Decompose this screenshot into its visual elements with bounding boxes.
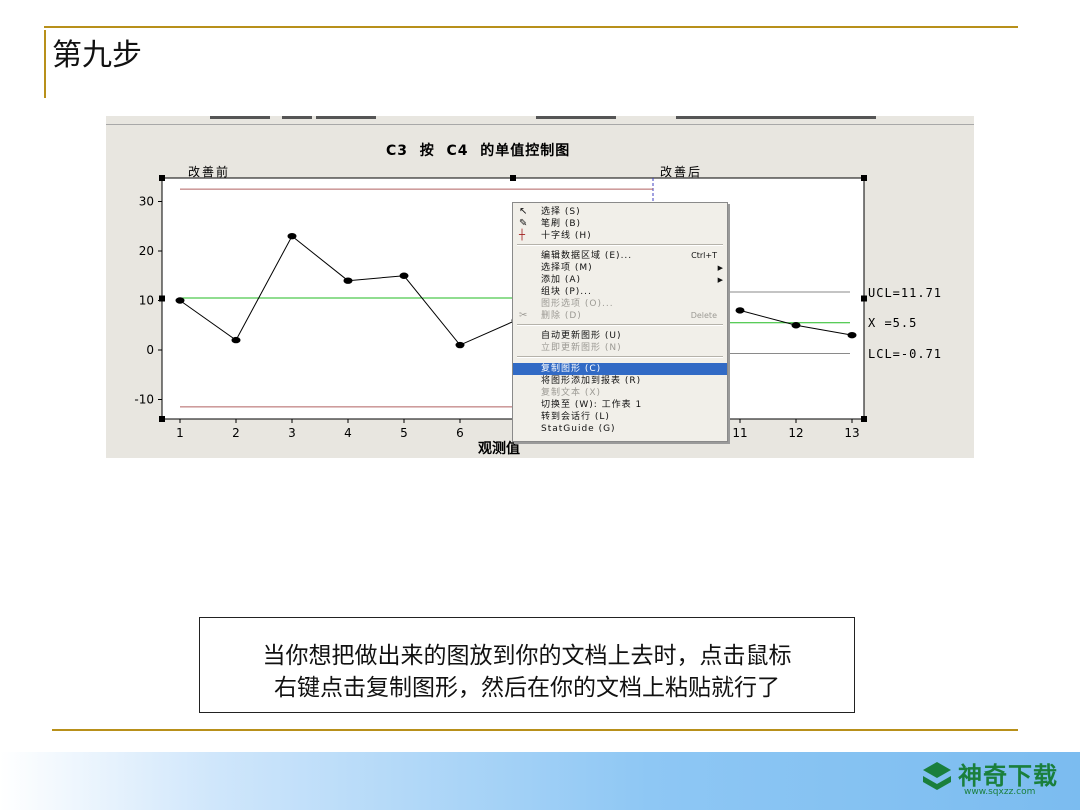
logo-text: 神奇下载 [958, 762, 1058, 790]
menu-item[interactable]: 添加 (A) ▶ [513, 274, 727, 286]
selection-handle [159, 295, 165, 302]
caption-line-2: 右键点击复制图形，然后在你的文档上粘贴就行了 [274, 675, 780, 701]
menu-item-label: 复制文本 (X) [541, 388, 602, 398]
logo-icon [923, 762, 951, 790]
lcl-label: LCL=-0.71 [868, 347, 943, 361]
site-logo: 神奇下载 www.sqxzz.com [918, 754, 1068, 808]
caption-box: 当你想把做出来的图放到你的文档上去时，点击鼠标 右键点击复制图形，然后在你的文档… [199, 617, 855, 713]
submenu-arrow-icon: ▶ [717, 276, 723, 284]
x-tick-label: 3 [288, 426, 296, 440]
data-point [343, 277, 353, 284]
data-point [455, 341, 465, 349]
menu-item[interactable]: 转到会话行 (L) [513, 411, 727, 423]
menu-item[interactable]: 选择项 (M) ▶ [513, 262, 727, 274]
y-tick-label: 20 [139, 244, 154, 258]
menu-item[interactable]: StatGuide (G) [513, 423, 727, 435]
x-tick-label: 4 [344, 426, 352, 440]
bottom-rule [52, 729, 1018, 731]
crosshair-icon: ┼ [519, 230, 526, 241]
data-point [735, 307, 745, 314]
menu-item[interactable]: 将图形添加到报表 (R) [513, 375, 727, 387]
menu-item: 立即更新图形 (N) [513, 342, 727, 354]
menu-item-label: 立即更新图形 (N) [541, 343, 622, 353]
brush-icon: ✎ [519, 218, 528, 229]
menu-item-label: 编辑数据区域 (E)... [541, 251, 633, 261]
menu-item[interactable]: 切换至 (W): 工作表 1 [513, 399, 727, 411]
menu-item-label: 笔刷 (B) [541, 219, 582, 229]
x-tick-label: 6 [456, 426, 464, 440]
selection-handle [861, 416, 867, 422]
menu-item[interactable]: 复制图形 (C) [513, 363, 727, 375]
cursor-arrow-icon: ↖ [519, 206, 528, 217]
menu-item-label: 组块 (P)... [541, 287, 592, 297]
x-tick-label: 5 [400, 426, 408, 440]
scissors-icon: ✂ [519, 310, 528, 321]
data-point [847, 331, 857, 339]
menu-item[interactable]: ✎ 笔刷 (B) [513, 218, 727, 230]
menu-item-label: 转到会话行 (L) [541, 412, 610, 422]
menu-item-label: 选择项 (M) [541, 263, 593, 273]
menu-item-label: 图形选项 (O)... [541, 299, 614, 309]
x-tick-label: 1 [176, 426, 184, 440]
data-point [231, 336, 241, 344]
selection-handle [861, 295, 867, 302]
menu-item: ✂ 删除 (D) Delete [513, 310, 727, 322]
menu-item-label: 将图形添加到报表 (R) [541, 376, 642, 386]
logo-url: www.sqxzz.com [964, 787, 1036, 797]
menu-item-label: 添加 (A) [541, 275, 582, 285]
menu-item-label: 删除 (D) [541, 311, 582, 321]
selection-handle [510, 175, 516, 181]
caption-line-1: 当你想把做出来的图放到你的文档上去时，点击鼠标 [262, 643, 792, 669]
menu-item-shortcut: Ctrl+T [691, 251, 717, 260]
menu-item[interactable]: 组块 (P)... [513, 286, 727, 298]
menu-item-label: 自动更新图形 (U) [541, 331, 622, 341]
menu-separator [517, 324, 723, 326]
data-point [287, 232, 297, 240]
y-tick-label: 30 [139, 195, 154, 209]
menu-separator [517, 356, 723, 358]
menu-item-label: 复制图形 (C) [541, 364, 602, 374]
menu-item[interactable]: 编辑数据区域 (E)... Ctrl+T [513, 250, 727, 262]
menu-item-label: StatGuide (G) [541, 424, 616, 434]
data-point [399, 272, 409, 279]
menu-item-shortcut: Delete [690, 311, 717, 320]
x-tick-label: 13 [844, 426, 859, 440]
selection-handle [159, 416, 165, 422]
slide-title: 第九步 [52, 38, 142, 73]
menu-item[interactable]: ↖ 选择 (S) [513, 206, 727, 218]
x-tick-label: 11 [732, 426, 747, 440]
menu-item[interactable]: ┼ 十字线 (H) [513, 230, 727, 242]
submenu-arrow-icon: ▶ [717, 264, 723, 272]
mean-label: X =5.5 [868, 316, 918, 330]
menu-separator [517, 244, 723, 246]
y-tick-label: -10 [134, 393, 154, 407]
title-side-rule [44, 30, 46, 98]
ucl-label: UCL=11.71 [868, 286, 943, 300]
menu-item[interactable]: 自动更新图形 (U) [513, 330, 727, 342]
menu-item: 图形选项 (O)... [513, 298, 727, 310]
y-tick-label: 0 [146, 343, 154, 357]
menu-item-label: 十字线 (H) [541, 231, 592, 241]
menu-item: 复制文本 (X) [513, 387, 727, 399]
context-menu: ↖ 选择 (S) ✎ 笔刷 (B) ┼ 十字线 (H) 编辑数据区域 (E)... Ctrl+… [512, 202, 728, 442]
y-tick-label: 10 [139, 294, 154, 308]
menu-item-label: 选择 (S) [541, 207, 581, 217]
x-tick-label: 2 [232, 426, 240, 440]
x-tick-label: 12 [788, 426, 803, 440]
title-top-rule [44, 26, 1018, 28]
selection-handle [159, 175, 165, 181]
menu-item-label: 切换至 (W): 工作表 1 [541, 400, 643, 410]
selection-handle [861, 175, 867, 181]
data-point [791, 322, 801, 329]
minitab-screenshot: C3 按 C4 的单值控制图 改善前 改善后 12345678910111213… [106, 116, 974, 458]
data-point [175, 297, 185, 304]
